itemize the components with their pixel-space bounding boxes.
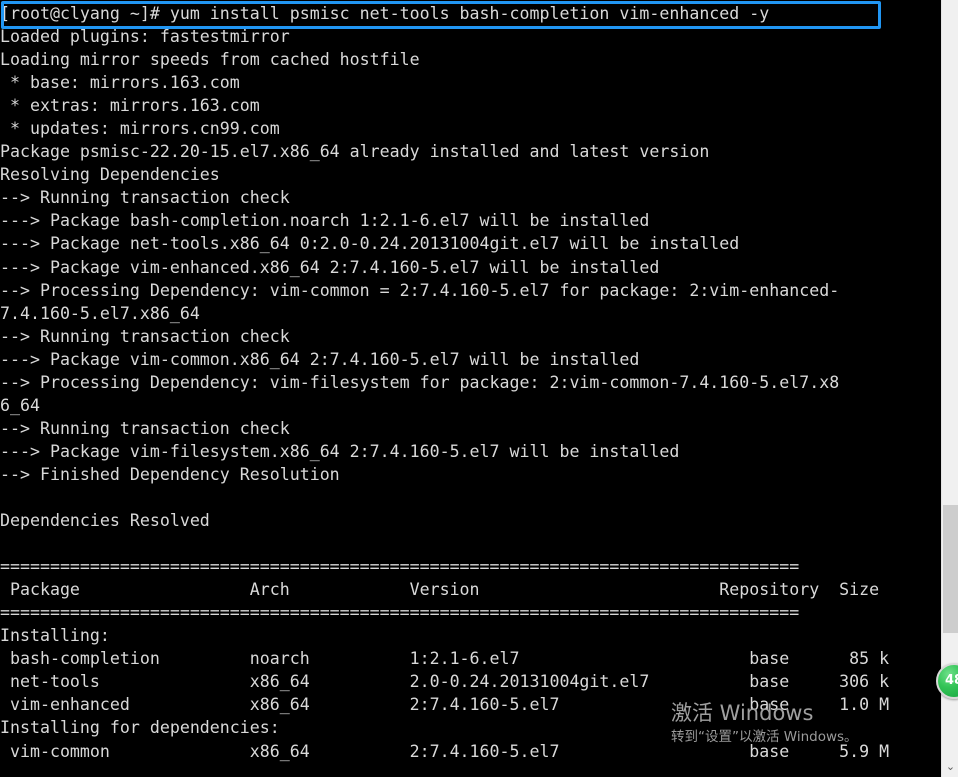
- terminal-line: Resolving Dependencies: [0, 165, 220, 185]
- terminal-line: ========================================…: [0, 603, 800, 623]
- terminal-line: Dependencies Resolved: [0, 511, 210, 531]
- terminal-line: --> Running transaction check: [0, 326, 290, 346]
- console-lines: [root@clyang ~]# yum install psmisc net-…: [0, 2, 941, 763]
- terminal-line: ========================================…: [0, 557, 800, 577]
- terminal-line: ---> Package net-tools.x86_64 0:2.0-0.24…: [0, 234, 740, 254]
- scroll-down-arrow-icon[interactable]: ⌄: [942, 758, 958, 775]
- terminal-line: --> Running transaction check: [0, 188, 290, 208]
- terminal-line: Package psmisc-22.20-15.el7.x86_64 alrea…: [0, 142, 710, 162]
- terminal-line: 6_64: [0, 395, 40, 415]
- terminal-line: --> Finished Dependency Resolution: [0, 464, 340, 484]
- terminal-line: Installing:: [0, 626, 110, 646]
- terminal-line: ---> Package vim-filesystem.x86_64 2:7.4…: [0, 441, 680, 461]
- terminal-line: net-tools x86_64 2.0-0.24.20131004git.el…: [0, 672, 890, 692]
- terminal-window: [root@clyang ~]# yum install psmisc net-…: [0, 0, 958, 777]
- terminal-line: Loading mirror speeds from cached hostfi…: [0, 50, 420, 70]
- terminal-line: * base: mirrors.163.com: [0, 73, 240, 93]
- terminal-line: * extras: mirrors.163.com: [0, 96, 260, 116]
- terminal-output-area[interactable]: [root@clyang ~]# yum install psmisc net-…: [0, 0, 941, 777]
- vertical-scrollbar[interactable]: ⌄: [941, 0, 958, 777]
- terminal-line: 7.4.160-5.el7.x86_64: [0, 303, 200, 323]
- terminal-line: vim-enhanced x86_64 2:7.4.160-5.el7 base…: [0, 695, 890, 715]
- terminal-line: ---> Package vim-common.x86_64 2:7.4.160…: [0, 349, 640, 369]
- terminal-line: ---> Package vim-enhanced.x86_64 2:7.4.1…: [0, 257, 660, 277]
- terminal-line: ---> Package bash-completion.noarch 1:2.…: [0, 211, 650, 231]
- scrollbar-thumb[interactable]: [943, 505, 958, 633]
- terminal-line: Package Arch Version Repository Size: [0, 580, 880, 600]
- terminal-line: Loaded plugins: fastestmirror: [0, 27, 290, 47]
- terminal-line: Installing for dependencies:: [0, 718, 280, 738]
- terminal-line: [root@clyang ~]# yum install psmisc net-…: [0, 4, 770, 23]
- terminal-line: --> Processing Dependency: vim-filesyste…: [0, 372, 840, 392]
- terminal-line: --> Processing Dependency: vim-common = …: [0, 280, 840, 300]
- terminal-line: bash-completion noarch 1:2.1-6.el7 base …: [0, 649, 890, 669]
- terminal-line: vim-common x86_64 2:7.4.160-5.el7 base 5…: [0, 741, 890, 761]
- terminal-line: * updates: mirrors.cn99.com: [0, 119, 280, 139]
- terminal-line: --> Running transaction check: [0, 418, 290, 438]
